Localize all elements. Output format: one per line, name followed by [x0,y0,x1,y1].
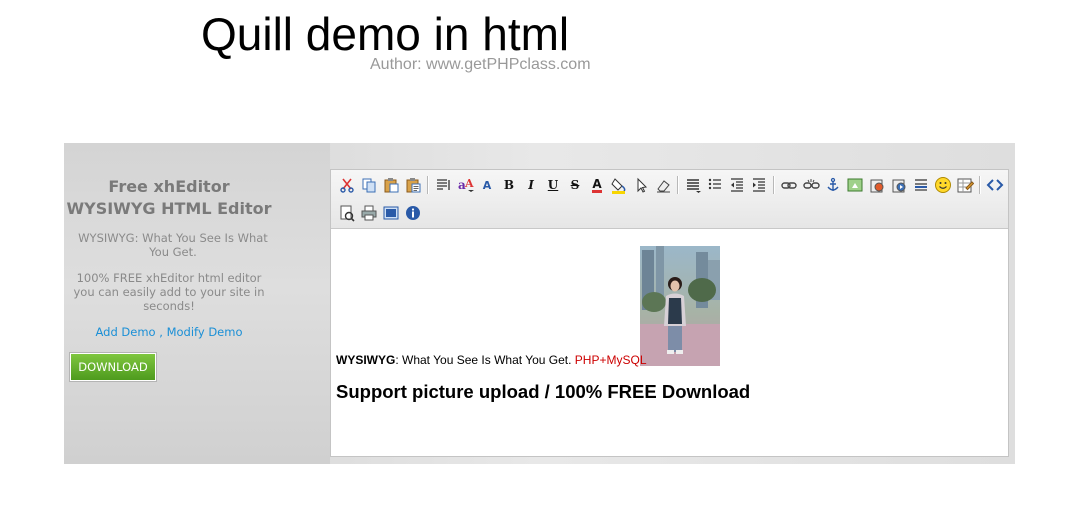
wysiwyg-rest: : What You See Is What You Get. [395,353,575,367]
svg-text:A: A [464,177,474,190]
editor-content[interactable]: WYSIWYG: What You See Is What You Get. P… [331,229,1008,456]
block-format-icon[interactable] [433,175,453,195]
sidebar-description-wrap: 100% FREE xhEditor html editor you can e… [64,271,274,313]
outdent-icon[interactable] [727,175,747,195]
table-icon[interactable] [955,175,975,195]
bold-icon[interactable]: B [499,175,519,195]
font-family-icon[interactable]: aA [455,175,475,195]
xheditor: aAABIUSA WYSIWYG: What You See Is What Y… [330,169,1009,457]
link-icon[interactable] [779,175,799,195]
select-all-icon[interactable] [631,175,651,195]
link-separator: , [155,325,167,339]
uploaded-photo [640,246,720,366]
media-icon[interactable] [889,175,909,195]
sidebar-links: Add Demo , Modify Demo [64,325,274,339]
about-icon[interactable] [403,203,423,223]
toolbar-separator [979,176,981,194]
modify-demo-link[interactable]: Modify Demo [167,325,243,339]
editor-toolbar: aAABIUSA [331,170,1008,229]
add-demo-link[interactable]: Add Demo [96,325,156,339]
print-icon[interactable] [359,203,379,223]
promo-sidebar: Free xhEditor WYSIWYG HTML Editor WYSIWY… [64,143,330,464]
sidebar-heading-line2: WYSIWYG HTML Editor [66,199,272,218]
page-author: Author: www.getPHPclass.com [370,56,591,73]
preview-icon[interactable] [337,203,357,223]
cut-icon[interactable] [337,175,357,195]
fullscreen-icon[interactable] [381,203,401,223]
sidebar-tagline-wrap: WYSIWYG: What You See Is What You Get. [64,231,274,259]
align-icon[interactable] [683,175,703,195]
background-color-icon[interactable] [609,175,629,195]
unlink-icon[interactable] [801,175,821,195]
image-icon[interactable] [845,175,865,195]
emoticon-icon[interactable] [933,175,953,195]
toolbar-row-1: aAABIUSA [336,174,1006,196]
font-size-icon[interactable]: A [477,175,497,195]
toolbar-row-2 [336,202,424,224]
toolbar-separator [427,176,429,194]
italic-icon[interactable]: I [521,175,541,195]
toolbar-separator [677,176,679,194]
font-color-icon[interactable]: A [587,175,607,195]
page-title: Quill demo in html [201,8,570,60]
underline-icon[interactable]: U [543,175,563,195]
flash-icon[interactable] [867,175,887,195]
content-heading: Support picture upload / 100% FREE Downl… [336,381,751,402]
demo-panel: Free xhEditor WYSIWYG HTML Editor WYSIWY… [64,143,1015,464]
source-icon[interactable] [985,175,1005,195]
content-line: WYSIWYG: What You See Is What You Get. P… [336,353,647,367]
remove-format-icon[interactable] [653,175,673,195]
anchor-icon[interactable] [823,175,843,195]
sidebar-heading-line1: Free xhEditor [108,177,230,196]
list-icon[interactable] [705,175,725,195]
photo-image [640,246,720,366]
indent-icon[interactable] [749,175,769,195]
strikethrough-icon[interactable]: S [565,175,585,195]
sidebar-description: 100% FREE xhEditor html editor you can e… [73,271,265,313]
php-mysql-link[interactable]: PHP+MySQL [575,353,647,367]
wysiwyg-bold: WYSIWYG [336,353,396,367]
download-button[interactable]: DOWNLOAD [70,353,156,381]
sidebar-tagline: WYSIWYG: What You See Is What You Get. [78,231,268,259]
sidebar-heading: Free xhEditor WYSIWYG HTML Editor [64,176,274,220]
toolbar-separator [773,176,775,194]
horizontal-rule-icon[interactable] [911,175,931,195]
paste-text-icon[interactable] [403,175,423,195]
copy-icon[interactable] [359,175,379,195]
paste-icon[interactable] [381,175,401,195]
